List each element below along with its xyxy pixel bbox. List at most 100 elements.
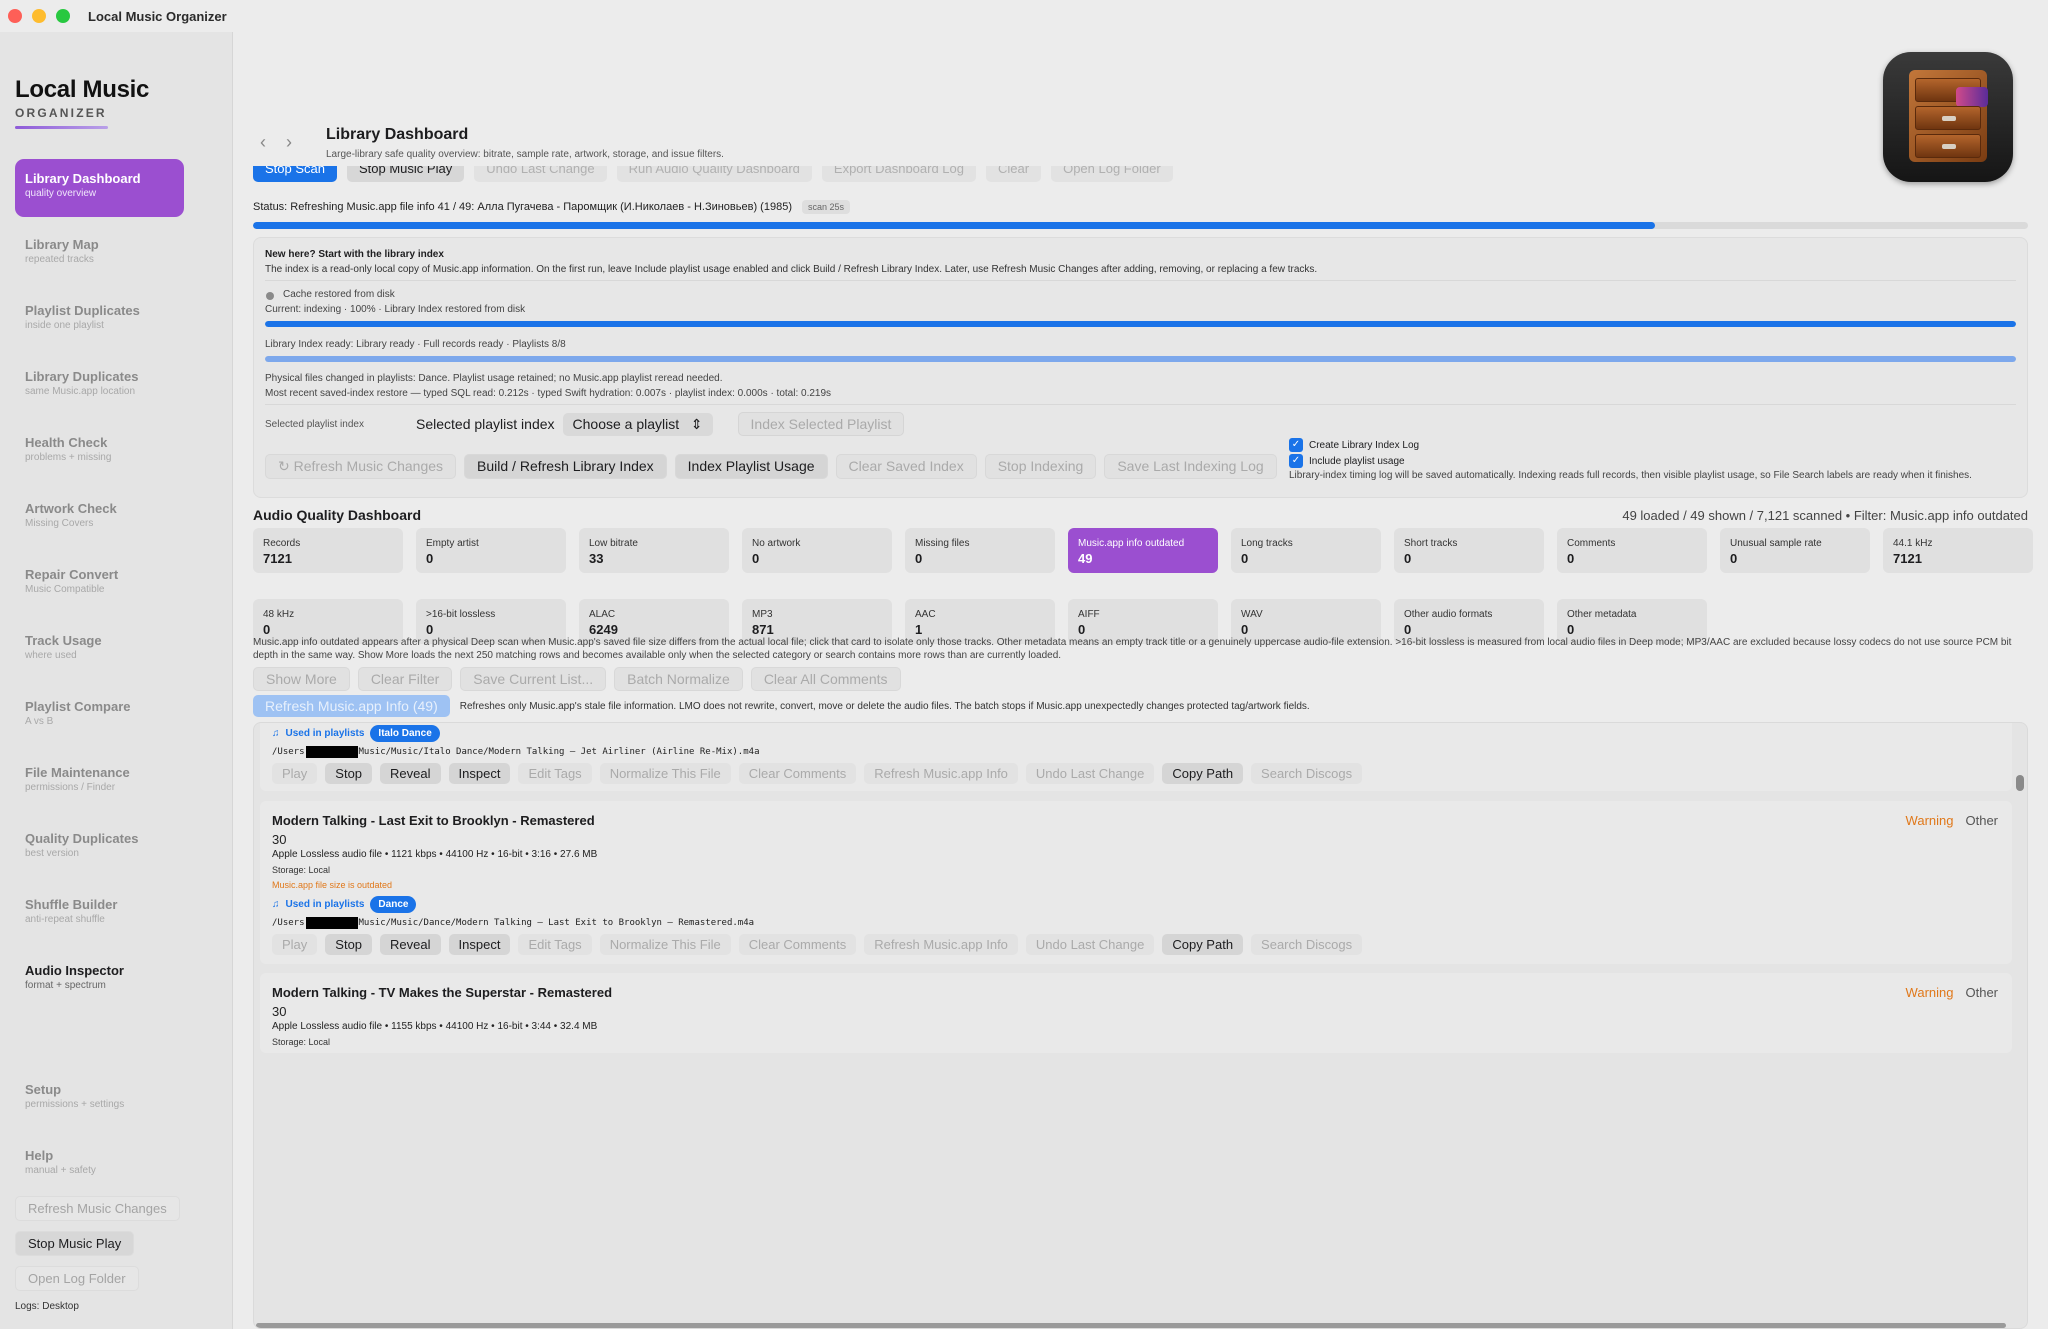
include-playlist-usage-checkbox[interactable]: ✓ Include playlist usage	[1289, 454, 1405, 468]
create-index-log-checkbox[interactable]: ✓ Create Library Index Log	[1289, 438, 1419, 452]
undo-last-change-track-button[interactable]: Undo Last Change	[1025, 934, 1155, 955]
undo-last-change-track-button[interactable]: Undo Last Change	[1025, 763, 1155, 784]
sidebar-refresh-music-changes-button[interactable]: Refresh Music Changes	[15, 1196, 180, 1221]
sidebar-item-help[interactable]: Help manual + safety	[15, 1136, 184, 1194]
quality-card-value: 0	[1404, 551, 1412, 566]
sidebar-open-log-folder-button[interactable]: Open Log Folder	[15, 1266, 139, 1291]
clear-all-comments-button[interactable]: Clear All Comments	[750, 667, 901, 691]
sidebar-item-sub: manual + safety	[25, 1165, 96, 1176]
minimize-window-button[interactable]	[32, 9, 46, 23]
show-more-button[interactable]: Show More	[253, 667, 350, 691]
batch-normalize-button[interactable]: Batch Normalize	[614, 667, 743, 691]
inspect-button[interactable]: Inspect	[448, 763, 511, 784]
dashboard-note: Music.app info outdated appears after a …	[253, 637, 2012, 661]
sidebar-item-library-map[interactable]: Library Map repeated tracks	[15, 225, 184, 283]
index-ready-status: Library Index ready: Library ready · Ful…	[265, 339, 566, 350]
stop-button[interactable]: Stop	[325, 934, 373, 955]
quality-card[interactable]: Long tracks 0	[1231, 528, 1381, 573]
export-dashboard-log-button[interactable]: Export Dashboard Log	[821, 166, 976, 182]
clear-button[interactable]: Clear	[986, 166, 1042, 182]
playlist-select[interactable]: Choose a playlist ⇕	[562, 412, 713, 436]
sidebar-item-library-duplicates[interactable]: Library Duplicates same Music.app locatio…	[15, 357, 184, 415]
reveal-button[interactable]: Reveal	[380, 934, 441, 955]
sidebar-item-sub: Missing Covers	[25, 518, 94, 529]
quality-card[interactable]: Comments 0	[1557, 528, 1707, 573]
undo-last-change-button[interactable]: Undo Last Change	[474, 166, 607, 182]
play-button[interactable]: Play	[272, 763, 318, 784]
save-current-list-button[interactable]: Save Current List...	[460, 667, 607, 691]
sidebar-item-health-check[interactable]: Health Check problems + missing	[15, 423, 184, 481]
quality-card-label: Missing files	[915, 538, 970, 549]
save-last-indexing-log-button[interactable]: Save Last Indexing Log	[1104, 454, 1277, 479]
sidebar-item-library-dashboard[interactable]: Library Dashboard quality overview	[15, 159, 184, 217]
create-index-log-label: Create Library Index Log	[1309, 439, 1420, 451]
quality-card[interactable]: Music.app info outdated 49	[1068, 528, 1218, 573]
sidebar-item-audio-inspector[interactable]: Audio Inspector format + spectrum	[15, 951, 184, 1009]
quality-card[interactable]: Empty artist 0	[416, 528, 566, 573]
vertical-scrollbar[interactable]	[2016, 775, 2024, 791]
copy-path-button[interactable]: Copy Path	[1162, 934, 1244, 955]
track-list[interactable]: ♫ Used in playlists Italo Dance /Users Musi…	[253, 722, 2028, 1329]
play-button[interactable]: Play	[272, 934, 318, 955]
quality-card-value: 33	[589, 551, 604, 566]
clear-comments-button[interactable]: Clear Comments	[738, 763, 857, 784]
playlist-tag[interactable]: Dance	[370, 896, 417, 913]
open-log-folder-button[interactable]: Open Log Folder	[1051, 166, 1173, 182]
edit-tags-button[interactable]: Edit Tags	[518, 763, 592, 784]
zoom-window-button[interactable]	[56, 9, 70, 23]
refresh-music-app-info-button[interactable]: Refresh Music.app Info (49)	[253, 695, 450, 717]
quality-card-label: Low bitrate	[589, 538, 638, 549]
search-discogs-button[interactable]: Search Discogs	[1251, 763, 1363, 784]
quality-card[interactable]: Short tracks 0	[1394, 528, 1544, 573]
edit-tags-button[interactable]: Edit Tags	[518, 934, 592, 955]
quality-card[interactable]: 44.1 kHz 7121	[1883, 528, 2033, 573]
quality-card[interactable]: Records 7121	[253, 528, 403, 573]
sidebar-item-shuffle-builder[interactable]: Shuffle Builder anti-repeat shuffle	[15, 885, 184, 943]
sidebar-item-sub: format + spectrum	[25, 980, 106, 991]
sidebar-item-track-usage[interactable]: Track Usage where used	[15, 621, 184, 679]
stop-button[interactable]: Stop	[325, 763, 373, 784]
normalize-this-file-button[interactable]: Normalize This File	[599, 934, 731, 955]
sidebar-item-sub: permissions / Finder	[25, 782, 116, 793]
sidebar-item-quality-duplicates[interactable]: Quality Duplicates best version	[15, 819, 184, 877]
sidebar-item-playlist-duplicates[interactable]: Playlist Duplicates inside one playlist	[15, 291, 184, 349]
horizontal-scrollbar[interactable]	[256, 1323, 2006, 1328]
index-selected-playlist-button[interactable]: Index Selected Playlist	[737, 412, 905, 436]
clear-filter-button[interactable]: Clear Filter	[357, 667, 453, 691]
title-bar: Local Music Organizer	[0, 0, 2048, 32]
quality-card[interactable]: Unusual sample rate 0	[1720, 528, 1870, 573]
playlist-tag[interactable]: Italo Dance	[370, 725, 440, 742]
stop-music-play-button[interactable]: Stop Music Play	[347, 166, 465, 182]
refresh-music-changes-label: Refresh Music Changes	[293, 458, 444, 474]
index-playlist-usage-button[interactable]: Index Playlist Usage	[674, 454, 828, 479]
run-audio-quality-dashboard-button[interactable]: Run Audio Quality Dashboard	[616, 166, 812, 182]
copy-path-button[interactable]: Copy Path	[1162, 763, 1244, 784]
forward-arrow-icon[interactable]: ›	[286, 132, 292, 153]
quality-card[interactable]: Missing files 0	[905, 528, 1055, 573]
stop-indexing-button[interactable]: Stop Indexing	[984, 454, 1097, 479]
sidebar-item-playlist-compare[interactable]: Playlist Compare A vs B	[15, 687, 184, 745]
refresh-music-changes-button[interactable]: ↻ Refresh Music Changes	[265, 454, 457, 479]
refresh-music-app-info-track-button[interactable]: Refresh Music.app Info	[864, 763, 1018, 784]
normalize-this-file-button[interactable]: Normalize This File	[599, 763, 731, 784]
sidebar-item-artwork-check[interactable]: Artwork Check Missing Covers	[15, 489, 184, 547]
sidebar-item-setup[interactable]: Setup permissions + settings	[15, 1070, 184, 1128]
build-refresh-library-index-button[interactable]: Build / Refresh Library Index	[464, 454, 667, 479]
reveal-button[interactable]: Reveal	[380, 763, 441, 784]
clear-saved-index-button[interactable]: Clear Saved Index	[835, 454, 977, 479]
quality-card[interactable]: Low bitrate 33	[579, 528, 729, 573]
search-discogs-button[interactable]: Search Discogs	[1251, 934, 1363, 955]
chevron-updown-icon: ⇕	[690, 415, 703, 432]
inspect-button[interactable]: Inspect	[448, 934, 511, 955]
sidebar-stop-music-play-button[interactable]: Stop Music Play	[15, 1231, 135, 1256]
quality-card[interactable]: No artwork 0	[742, 528, 892, 573]
sidebar-item-label: Library Dashboard	[25, 171, 141, 186]
clear-comments-button[interactable]: Clear Comments	[738, 934, 857, 955]
stop-scan-button[interactable]: Stop Scan	[253, 166, 337, 182]
track-flags: Warning Other	[1906, 985, 1998, 1000]
back-arrow-icon[interactable]: ‹	[260, 132, 266, 153]
close-window-button[interactable]	[8, 9, 22, 23]
sidebar-item-file-maintenance[interactable]: File Maintenance permissions / Finder	[15, 753, 184, 811]
sidebar-item-repair-convert[interactable]: Repair Convert Music Compatible	[15, 555, 184, 613]
refresh-music-app-info-track-button[interactable]: Refresh Music.app Info	[864, 934, 1018, 955]
